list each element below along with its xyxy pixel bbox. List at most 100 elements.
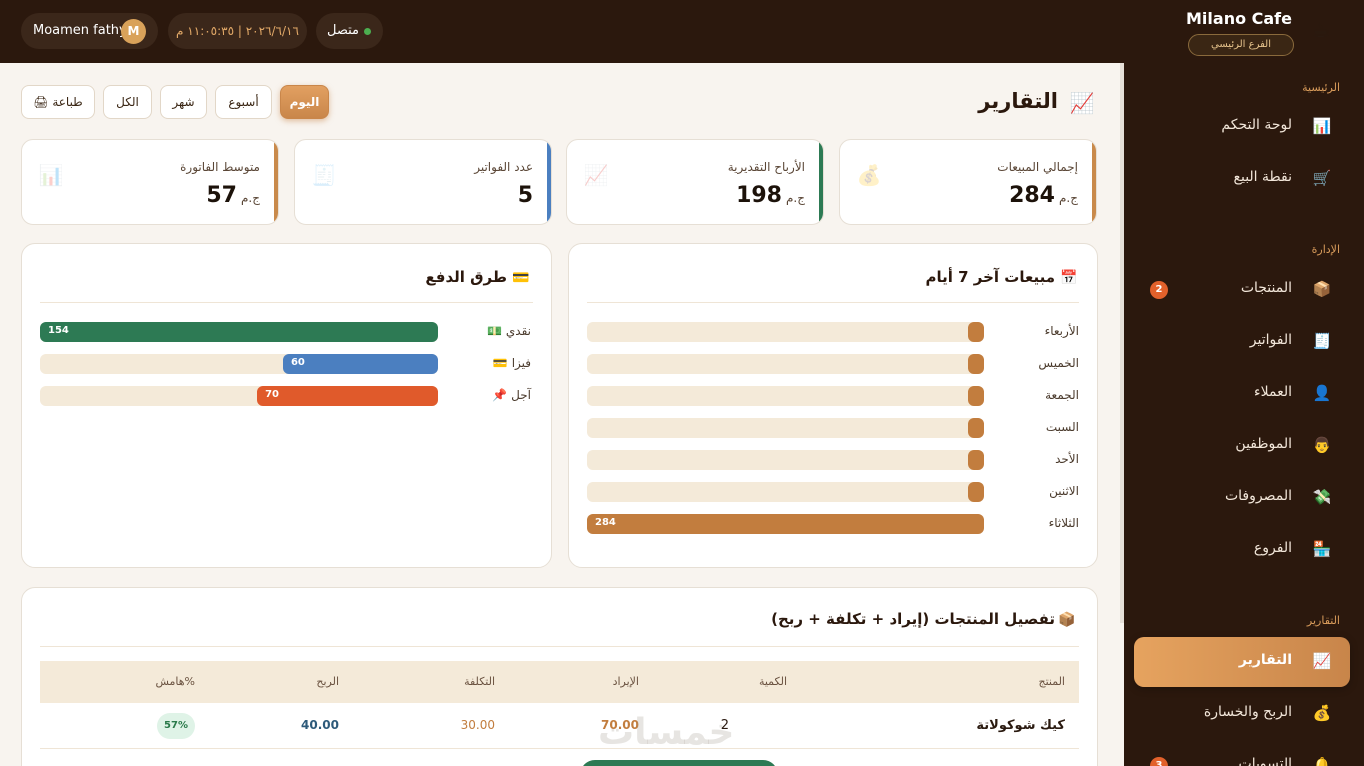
- employee-icon: 👨: [1312, 436, 1332, 454]
- sidebar-item-label: المصروفات: [1224, 488, 1292, 504]
- bar-track: [587, 386, 984, 406]
- sales-bar: [968, 386, 984, 406]
- bar-category-label: الأحد: [1055, 452, 1079, 466]
- sidebar-item-invoices[interactable]: 🧾 الفواتير: [1134, 317, 1350, 367]
- payment-bar-row: 💳 فيزا 60: [40, 354, 531, 374]
- stat-accent: [1092, 140, 1096, 224]
- divider: [587, 302, 1079, 303]
- box-icon: 📦: [1312, 280, 1332, 298]
- chart-up-icon: 📈: [1069, 91, 1095, 115]
- cell-margin-badge: 57%: [157, 713, 195, 739]
- sidebar-item-pos[interactable]: 🛒 نقطة البيع: [1134, 154, 1350, 204]
- column-header-revenue: الإيراد: [612, 675, 639, 688]
- payment-bar: 70: [257, 386, 438, 406]
- bar-track: [587, 418, 984, 438]
- bar-value-label: 284: [595, 517, 616, 528]
- sales-bar-row: الأربعاء: [587, 322, 1079, 342]
- sales-bar: 284: [587, 514, 984, 534]
- sidebar-item-label: الربح والخسارة: [1203, 704, 1292, 720]
- user-menu[interactable]: Moamen fathy M: [21, 13, 158, 49]
- bar-track: 60: [40, 354, 438, 374]
- main-scrollbar[interactable]: [1120, 63, 1124, 623]
- sidebar-item-settlements[interactable]: 🔔 التسويات 3: [1134, 741, 1350, 766]
- sidebar-item-label: التسويات: [1238, 756, 1292, 766]
- sidebar-item-label: نقطة البيع: [1233, 169, 1292, 185]
- store-icon: 🏪: [1312, 540, 1332, 558]
- floating-action-button[interactable]: [580, 760, 778, 766]
- filter-all-button[interactable]: الكل: [103, 85, 152, 119]
- stat-accent: [274, 140, 278, 224]
- sidebar-item-label: العملاء: [1254, 384, 1292, 400]
- bar-category-label: الأربعاء: [1044, 324, 1079, 338]
- stat-label: الأرباح التقديرية: [727, 160, 805, 174]
- cell-cost: 30.00: [460, 718, 495, 732]
- divider: [40, 646, 1079, 647]
- currency-unit: ج.م: [1059, 191, 1078, 205]
- bar-value-label: 60: [290, 357, 305, 368]
- bar-category-label: 💵 نقدي: [487, 324, 531, 338]
- stat-accent: [547, 140, 551, 224]
- sidebar-item-dashboard[interactable]: 📊 لوحة التحكم: [1134, 102, 1350, 152]
- sidebar-item-branches[interactable]: 🏪 الفروع: [1134, 525, 1350, 575]
- sidebar-item-label: المنتجات: [1240, 280, 1292, 296]
- sidebar-item-customers[interactable]: 👤 العملاء: [1134, 369, 1350, 419]
- money-wings-icon: 💸: [1312, 488, 1332, 506]
- sales-bar: [968, 482, 984, 502]
- divider: [40, 302, 533, 303]
- brand: Milano Cafe الفرع الرئيسي ☕: [1134, 9, 1334, 59]
- stat-value: 5: [517, 183, 533, 208]
- connection-status-label: متصل: [326, 23, 359, 38]
- bar-category-label: الجمعة: [1045, 388, 1079, 402]
- stat-label: إجمالي المبيعات: [997, 160, 1078, 174]
- bar-category-label: 📌 آجل: [492, 388, 531, 402]
- top-bar: Milano Cafe الفرع الرئيسي ☕ متصل ٢٠٢٦/٦/…: [0, 0, 1364, 63]
- sidebar-item-reports[interactable]: 📈 التقارير: [1134, 637, 1350, 687]
- money-bag-icon: 💰: [856, 163, 882, 187]
- branch-selector[interactable]: الفرع الرئيسي: [1188, 34, 1294, 56]
- sales-bar-row: الثلاثاء 284: [587, 514, 1079, 534]
- bar-chart-icon: 📊: [38, 163, 64, 187]
- bar-category-label: الاثنين: [1049, 484, 1079, 498]
- currency-unit: ج.م: [786, 191, 805, 205]
- stat-value: 284 ج.م: [1009, 183, 1078, 208]
- chart-up-icon: 📈: [583, 163, 609, 187]
- column-header-product: المنتج: [1038, 675, 1065, 688]
- bar-category-label: الثلاثاء: [1048, 516, 1079, 530]
- table-row: كيك شوكولاتة 2 70.00 30.00 40.00 57%: [40, 703, 1079, 749]
- filter-today-button[interactable]: اليوم: [280, 85, 329, 119]
- sidebar-item-products[interactable]: 📦 المنتجات 2: [1134, 265, 1350, 315]
- bar-track: 284: [587, 514, 984, 534]
- connection-status: متصل: [316, 13, 383, 49]
- stat-card-average-invoice: متوسط الفاتورة 57 ج.م 📊: [21, 139, 279, 225]
- bar-track: [587, 354, 984, 374]
- products-breakdown-panel: 📦 تفصيل المنتجات (إيراد + تكلفة + ربح) ا…: [21, 587, 1098, 766]
- box-icon: 📦: [1058, 612, 1076, 628]
- stat-label: عدد الفواتير: [474, 160, 533, 174]
- money-bag-icon: 💰: [1312, 704, 1332, 722]
- sales-last-7-days-panel: 📅 مبيعات آخر 7 أيام الأربعاء الخميس الجمعة…: [568, 243, 1098, 568]
- panel-title: طرق الدفع: [425, 268, 507, 286]
- filter-month-button[interactable]: شهر: [160, 85, 207, 119]
- watermark: خمسات: [598, 712, 735, 753]
- sales-bar-row: السبت: [587, 418, 1079, 438]
- credit-card-icon: 💳: [512, 270, 530, 286]
- filter-week-button[interactable]: أسبوع: [215, 85, 272, 119]
- payment-methods-panel: 💳 طرق الدفع 💵 نقدي 154 💳 فيزا 60 📌 آجل 70: [21, 243, 552, 568]
- sidebar-item-employees[interactable]: 👨 الموظفين: [1134, 421, 1350, 471]
- bar-track: [587, 322, 984, 342]
- sales-bar: [968, 354, 984, 374]
- stat-card-estimated-profit: الأرباح التقديرية 198 ج.م 📈: [566, 139, 824, 225]
- bar-track: 70: [40, 386, 438, 406]
- sales-bar-row: الجمعة: [587, 386, 1079, 406]
- bar-track: 154: [40, 322, 438, 342]
- sales-bar: [968, 450, 984, 470]
- sales-bar: [968, 418, 984, 438]
- coffee-cup-icon: ☕: [1312, 18, 1330, 42]
- avatar: M: [121, 19, 146, 44]
- print-button[interactable]: 🖨 طباعة: [21, 85, 95, 119]
- sidebar-item-profit-loss[interactable]: 💰 الربح والخسارة: [1134, 689, 1350, 739]
- payment-bar: 154: [40, 322, 438, 342]
- online-dot-icon: [364, 28, 371, 35]
- column-header-margin: هامش%: [155, 675, 195, 688]
- sidebar-item-expenses[interactable]: 💸 المصروفات: [1134, 473, 1350, 523]
